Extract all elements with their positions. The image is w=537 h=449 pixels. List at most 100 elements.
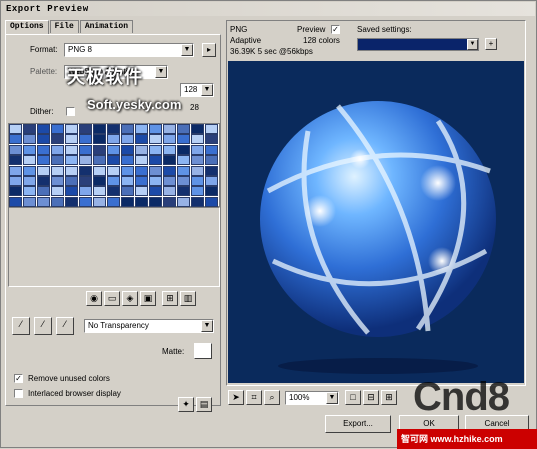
palette-swatch[interactable] [9, 134, 22, 145]
zoom-icon[interactable]: ⌕ [264, 390, 280, 405]
palette-swatch[interactable] [37, 134, 50, 145]
chevron-down-icon[interactable]: ▼ [467, 39, 478, 50]
palette-swatch[interactable] [65, 176, 78, 186]
palette-swatch[interactable] [163, 144, 176, 155]
palette-swatch[interactable] [79, 144, 92, 155]
palette-swatch[interactable] [65, 144, 78, 155]
pointer-icon[interactable]: ➤ [228, 390, 244, 405]
palette-swatch[interactable] [9, 124, 22, 134]
palette-swatch[interactable] [149, 144, 162, 155]
palette-swatch[interactable] [93, 176, 106, 186]
palette-swatch[interactable] [135, 165, 148, 176]
eyedropper-add-icon[interactable]: ⁄ [34, 317, 52, 335]
chevron-down-icon[interactable]: ▼ [326, 392, 338, 404]
palette-swatch[interactable] [79, 176, 92, 186]
palette-swatch[interactable] [135, 186, 148, 197]
transparency-select[interactable]: No Transparency ▼ [84, 319, 214, 333]
palette-swatch[interactable] [37, 155, 50, 166]
palette-swatch[interactable] [177, 186, 190, 197]
palette-swatch[interactable] [65, 186, 78, 197]
palette-swatch[interactable] [177, 134, 190, 145]
palette-swatch[interactable] [177, 144, 190, 155]
palette-swatch[interactable] [177, 176, 190, 186]
palette-swatch[interactable] [9, 196, 22, 207]
matte-color-swatch[interactable] [194, 343, 212, 359]
palette-swatch[interactable] [177, 124, 190, 134]
palette-swatch[interactable] [121, 155, 134, 166]
palette-swatch[interactable] [163, 155, 176, 166]
palette-swatch[interactable] [79, 134, 92, 145]
palette-swatch[interactable] [65, 155, 78, 166]
palette-swatch[interactable] [121, 134, 134, 145]
palette-swatch[interactable] [79, 155, 92, 166]
palette-swatch[interactable] [107, 196, 120, 207]
chevron-down-icon[interactable]: ▼ [155, 66, 167, 78]
palette-swatch[interactable] [149, 134, 162, 145]
snap-to-web-icon[interactable]: ▭ [104, 291, 120, 306]
palette-swatch[interactable] [51, 124, 64, 134]
palette-swatch[interactable] [107, 186, 120, 197]
palette-swatch[interactable] [191, 165, 204, 176]
format-options-button[interactable]: ▸ [202, 43, 216, 57]
palette-swatch[interactable] [93, 186, 106, 197]
eyedropper-remove-icon[interactable]: ⁄ [56, 317, 74, 335]
palette-swatch[interactable] [177, 155, 190, 166]
palette-swatch[interactable] [149, 176, 162, 186]
lock-icon[interactable]: ▣ [140, 291, 156, 306]
palette-swatch[interactable] [191, 124, 204, 134]
palette-swatch[interactable] [107, 124, 120, 134]
color-palette-grid[interactable] [8, 123, 220, 207]
dither-checkbox[interactable] [66, 107, 75, 116]
eyedropper-icon[interactable]: ⁄ [12, 317, 30, 335]
colors-select[interactable]: 128 ▼ [180, 83, 214, 97]
saved-settings-select[interactable]: ▼ [357, 38, 479, 51]
palette-swatch[interactable] [191, 134, 204, 145]
palette-swatch[interactable] [23, 176, 36, 186]
palette-swatch[interactable] [205, 134, 218, 145]
palette-swatch[interactable] [51, 196, 64, 207]
palette-swatch[interactable] [23, 144, 36, 155]
palette-swatch[interactable] [93, 144, 106, 155]
trash-icon[interactable]: ▥ [180, 291, 196, 306]
palette-swatch[interactable] [107, 144, 120, 155]
palette-swatch[interactable] [23, 155, 36, 166]
palette-swatch[interactable] [23, 165, 36, 176]
tab-file[interactable]: File [49, 20, 79, 33]
palette-swatch[interactable] [37, 124, 50, 134]
palette-swatch[interactable] [107, 134, 120, 145]
palette-swatch[interactable] [177, 165, 190, 176]
zoom-select[interactable]: 100% ▼ [285, 391, 339, 405]
chevron-down-icon[interactable]: ▼ [201, 320, 213, 332]
palette-swatch[interactable] [23, 134, 36, 145]
palette-swatch[interactable] [149, 186, 162, 197]
interlaced-checkbox[interactable] [14, 389, 23, 398]
palette-swatch[interactable] [149, 124, 162, 134]
palette-swatch[interactable] [9, 165, 22, 176]
palette-swatch[interactable] [37, 165, 50, 176]
palette-swatch[interactable] [65, 134, 78, 145]
palette-swatch[interactable] [93, 165, 106, 176]
palette-swatch[interactable] [205, 196, 218, 207]
export-button[interactable]: Export... [325, 415, 391, 433]
palette-swatch[interactable] [65, 124, 78, 134]
palette-swatch[interactable] [205, 186, 218, 197]
palette-swatch[interactable] [37, 176, 50, 186]
chevron-down-icon[interactable]: ▼ [181, 44, 193, 56]
palette-swatch[interactable] [51, 155, 64, 166]
tab-animation[interactable]: Animation [79, 20, 134, 33]
palette-swatch[interactable] [9, 144, 22, 155]
palette-swatch[interactable] [191, 155, 204, 166]
palette-swatch[interactable] [191, 176, 204, 186]
palette-swatch[interactable] [107, 155, 120, 166]
remove-unused-checkbox[interactable]: ✓ [14, 374, 23, 383]
palette-swatch[interactable] [163, 124, 176, 134]
export-wizard-icon[interactable]: ▤ [196, 397, 212, 412]
palette-swatch[interactable] [37, 196, 50, 207]
palette-swatch[interactable] [177, 196, 190, 207]
palette-swatch[interactable] [191, 186, 204, 197]
palette-swatch[interactable] [9, 176, 22, 186]
palette-swatch[interactable] [51, 134, 64, 145]
palette-swatch[interactable] [93, 124, 106, 134]
palette-swatch[interactable] [51, 186, 64, 197]
add-color-icon[interactable]: ⊞ [162, 291, 178, 306]
